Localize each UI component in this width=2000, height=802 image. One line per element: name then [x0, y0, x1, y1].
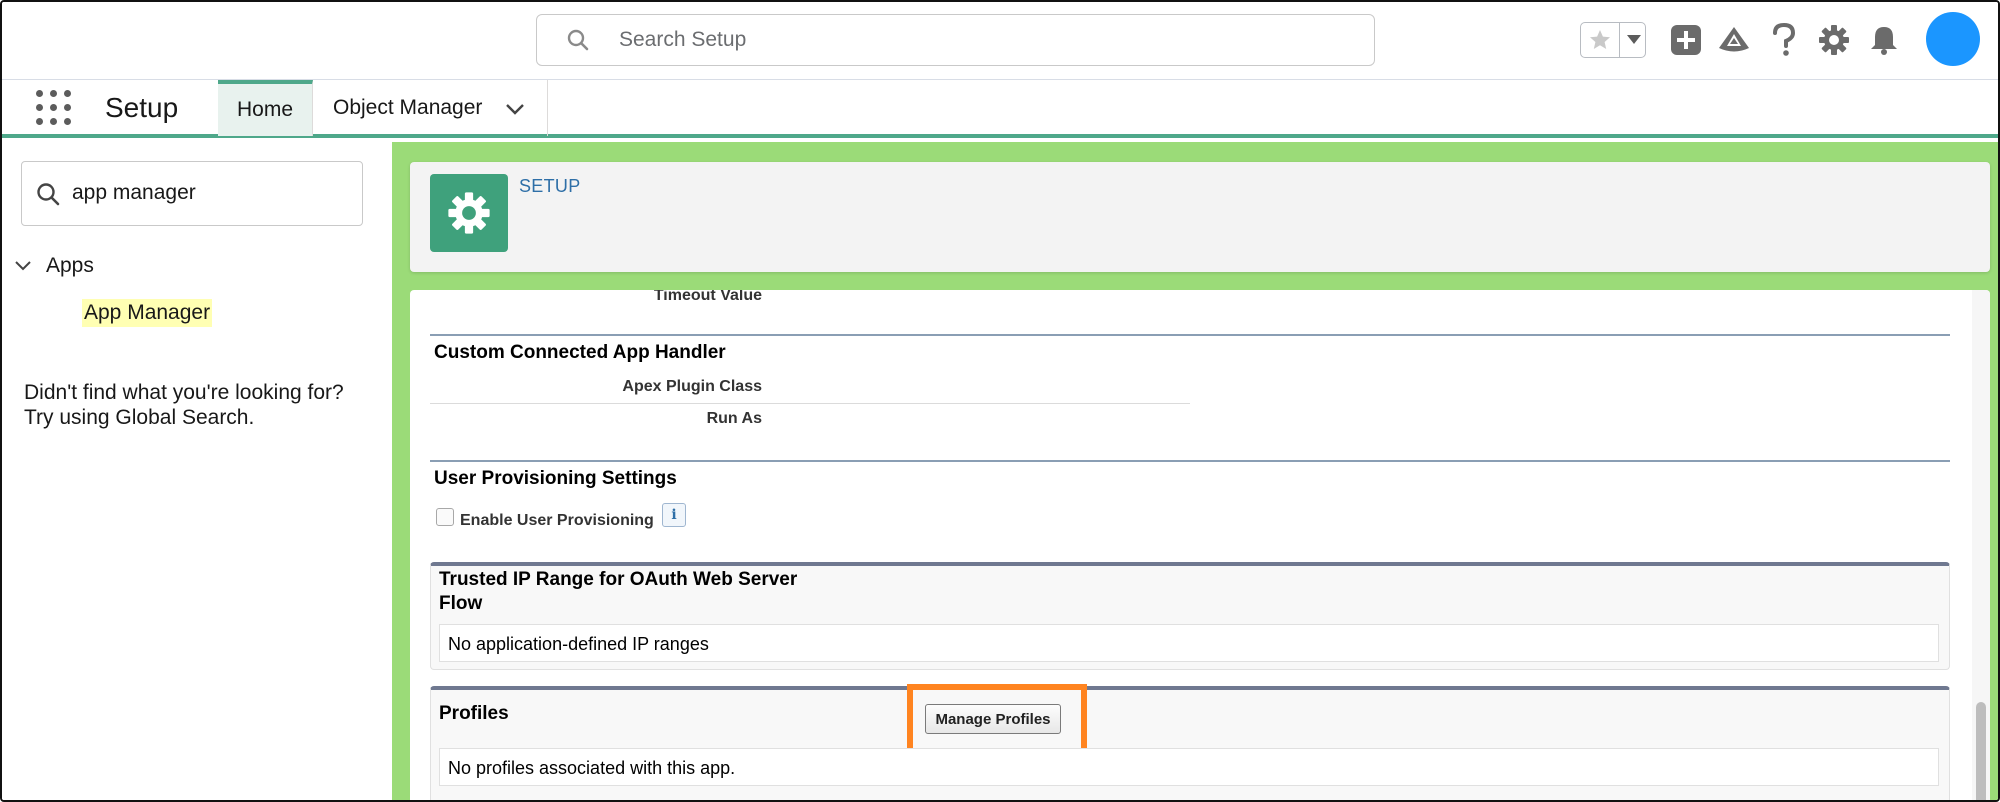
setup-search-box[interactable] [536, 14, 1375, 66]
app-launcher-grid-icon[interactable] [36, 90, 72, 126]
main-content: SETUP Timeout Value Custom Connected App… [392, 142, 1998, 800]
app-window: Setup Home Object Manager Apps App Manag… [0, 0, 2000, 802]
user-avatar[interactable] [1926, 12, 1980, 66]
timeout-value-label: Timeout Value [653, 290, 762, 304]
trusted-ip-title: Trusted IP Range for OAuth Web Server Fl… [439, 568, 797, 616]
tree-group-apps[interactable]: Apps [14, 254, 94, 278]
profiles-empty-text: No profiles associated with this app. [439, 748, 1939, 786]
not-found-line-1: Didn't find what you're looking for? [24, 381, 344, 404]
context-nav: Setup Home Object Manager [2, 80, 1998, 138]
trusted-ip-range-section: Trusted IP Range for OAuth Web Server Fl… [430, 562, 1950, 670]
chevron-down-icon[interactable] [14, 254, 32, 278]
search-icon [567, 29, 589, 56]
favorites-group [1580, 22, 1646, 58]
enable-user-provisioning-label: Enable User Provisioning [460, 512, 654, 529]
sidebar-item-app-manager[interactable]: App Manager [82, 299, 213, 327]
not-found-hint: Didn't find what you're looking for? Try… [24, 380, 344, 430]
tab-object-manager-label: Object Manager [333, 96, 483, 119]
field-divider [430, 403, 1190, 404]
setup-gear-icon[interactable] [1814, 20, 1854, 60]
setup-breadcrumb[interactable]: SETUP [519, 176, 581, 197]
notifications-bell-icon[interactable] [1864, 20, 1904, 60]
global-actions-plus-icon[interactable] [1666, 20, 1706, 60]
not-found-line-2: Try using Global Search. [24, 406, 255, 429]
trusted-ip-empty-text: No application-defined IP ranges [439, 624, 1939, 662]
setup-sidebar: Apps App Manager Didn't find what you're… [2, 142, 392, 800]
manage-profiles-button[interactable]: Manage Profiles [925, 704, 1061, 734]
quick-find-input[interactable] [72, 178, 352, 208]
help-icon[interactable] [1764, 20, 1804, 60]
connected-app-detail-panel: Timeout Value Custom Connected App Handl… [410, 290, 1990, 800]
scrollbar-thumb[interactable] [1976, 702, 1986, 800]
trusted-ip-title-line-1: Trusted IP Range for OAuth Web Server [439, 569, 798, 590]
tab-home[interactable]: Home [218, 80, 313, 136]
tab-object-manager[interactable]: Object Manager [313, 80, 548, 136]
user-provisioning-title: User Provisioning Settings [434, 468, 677, 489]
run-as-label: Run As [706, 410, 762, 427]
chevron-down-icon[interactable] [505, 98, 525, 122]
global-header [2, 2, 1998, 80]
info-icon[interactable]: i [662, 503, 686, 527]
search-icon [36, 182, 60, 211]
setup-search-input[interactable] [619, 25, 1319, 55]
favorites-star-icon[interactable] [1581, 23, 1619, 57]
setup-gear-badge-icon [430, 174, 508, 252]
apex-plugin-class-label: Apex Plugin Class [622, 378, 762, 395]
trailhead-icon[interactable] [1714, 20, 1754, 60]
section-divider [430, 334, 1950, 336]
tree-group-label: Apps [46, 254, 94, 277]
setup-page-header: SETUP [410, 162, 1990, 272]
favorites-dropdown-icon[interactable] [1619, 23, 1645, 57]
trusted-ip-title-line-2: Flow [439, 593, 483, 614]
app-name: Setup [105, 92, 179, 123]
custom-handler-title: Custom Connected App Handler [434, 342, 726, 363]
profiles-title: Profiles [439, 703, 509, 724]
profiles-section: Profiles Manage Profiles No profiles ass… [430, 684, 1950, 800]
quick-find-box[interactable] [21, 161, 363, 226]
section-divider [430, 460, 1950, 462]
enable-user-provisioning-checkbox[interactable] [436, 508, 454, 526]
